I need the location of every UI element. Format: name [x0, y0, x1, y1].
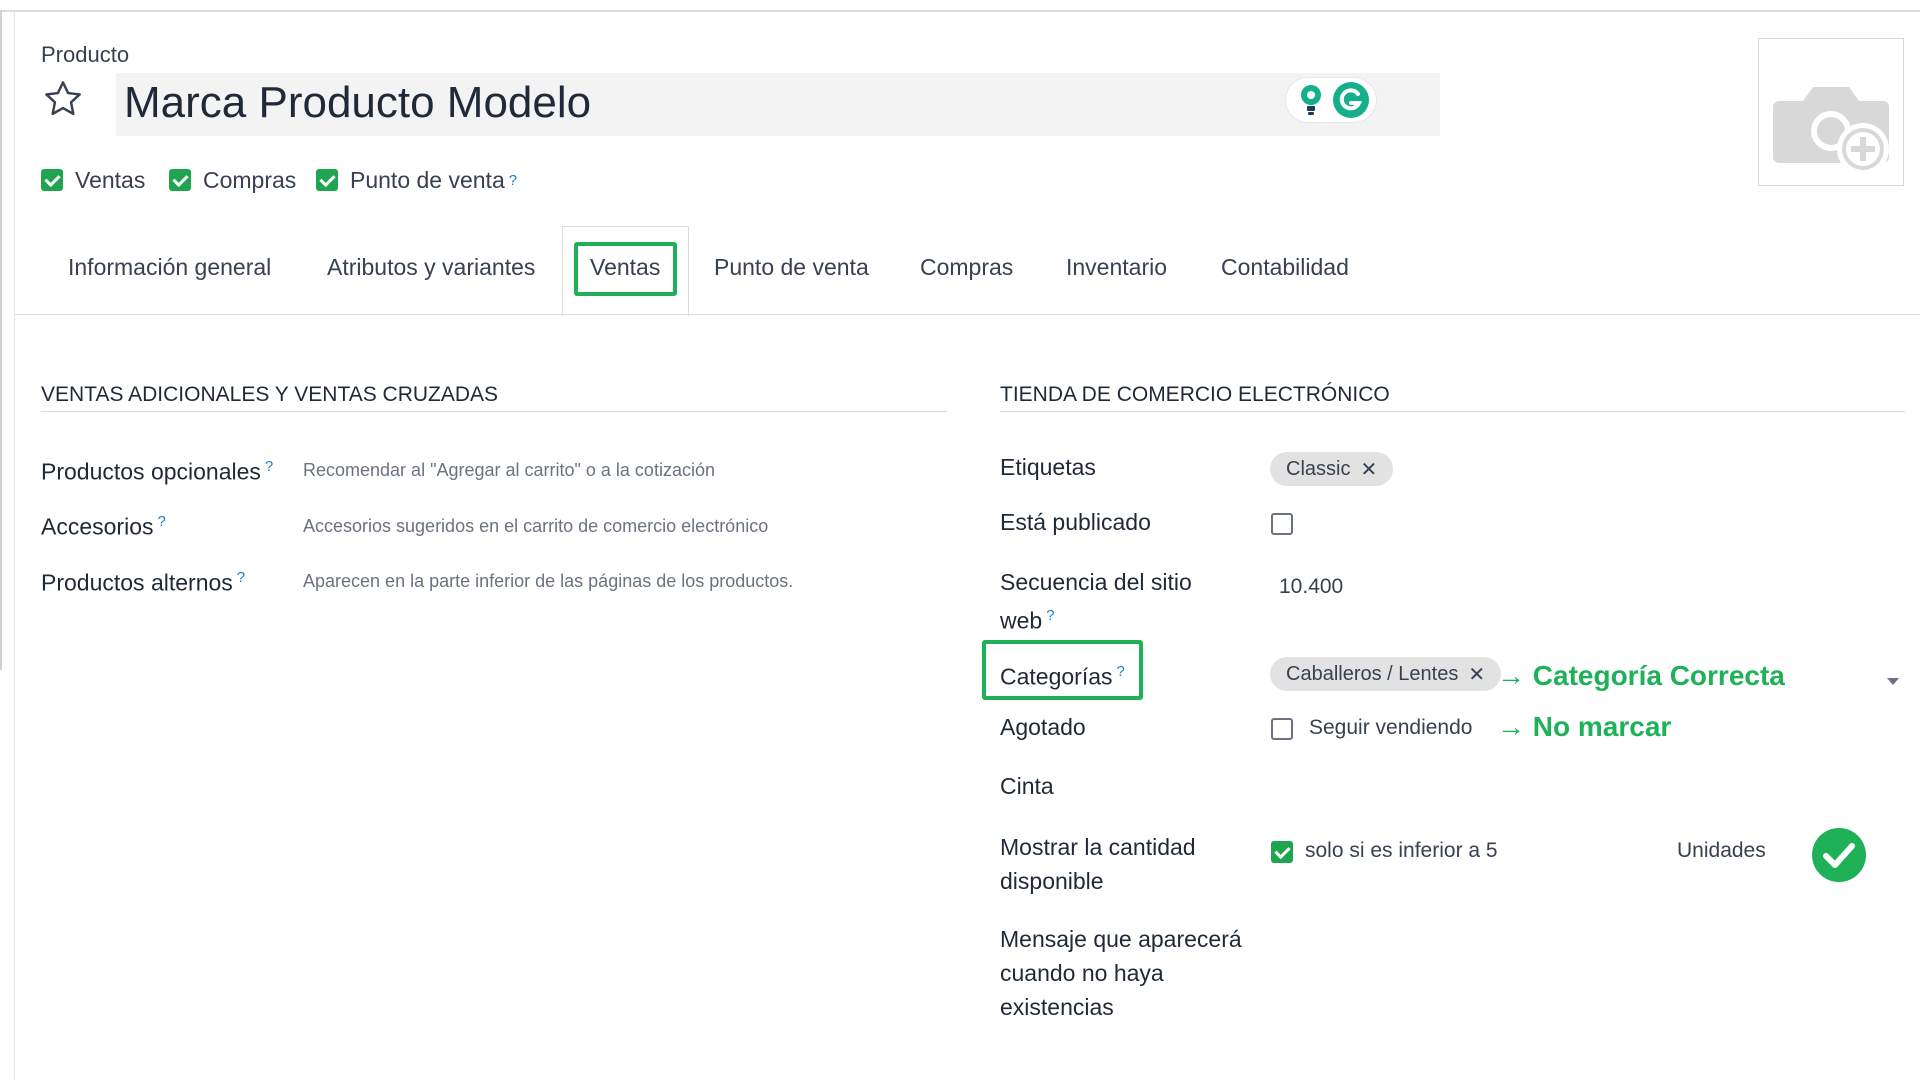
- check-circle-icon: [1812, 828, 1866, 882]
- mostrar-cantidad-label: Mostrar la cantidad disponible: [1000, 834, 1196, 894]
- tab-punto-de-venta[interactable]: Punto de venta: [714, 254, 869, 281]
- help-icon[interactable]: ?: [1046, 607, 1054, 624]
- sheet-left-border: [14, 12, 15, 1080]
- upsell-section-divider: [41, 411, 947, 412]
- option-ventas[interactable]: Ventas: [41, 165, 145, 195]
- lightbulb-icon[interactable]: [1296, 83, 1326, 117]
- tab-atributos-variantes[interactable]: Atributos y variantes: [327, 254, 535, 281]
- cinta-select[interactable]: [1270, 765, 1900, 805]
- seguir-vendiendo-label: Seguir vendiendo: [1309, 716, 1473, 739]
- ecommerce-section-title: TIENDA DE COMERCIO ELECTRÓNICO: [1000, 383, 1390, 406]
- tag-label: Classic: [1286, 457, 1351, 480]
- camera-add-icon: [1773, 87, 1889, 175]
- tab-compras[interactable]: Compras: [920, 254, 1013, 281]
- favorite-star-icon[interactable]: [42, 78, 84, 120]
- product-name[interactable]: Marca Producto Modelo: [124, 78, 591, 128]
- option-punto-de-venta[interactable]: Punto de venta ?: [316, 165, 517, 195]
- categorias-dropdown-icon[interactable]: [1887, 678, 1899, 685]
- ventas-checkbox[interactable]: [41, 169, 63, 191]
- optional-products-label: Productos opcionales?: [41, 458, 274, 485]
- compras-checkbox[interactable]: [169, 169, 191, 191]
- agotado-label: Agotado: [1000, 714, 1086, 740]
- agotado-annotation: → No marcar: [1497, 711, 1672, 742]
- remove-tag-icon[interactable]: ✕: [1360, 457, 1377, 482]
- tab-informacion-general[interactable]: Información general: [68, 254, 271, 281]
- publicado-checkbox[interactable]: [1271, 513, 1293, 535]
- option-label: Punto de venta: [350, 166, 505, 193]
- model-label: Producto: [41, 42, 130, 67]
- alternative-products-label: Productos alternos?: [41, 569, 246, 596]
- option-label: Compras: [203, 166, 297, 193]
- publicado-label: Está publicado: [1000, 509, 1151, 535]
- secuencia-label: Secuencia del sitio web?: [1000, 569, 1192, 634]
- cinta-label: Cinta: [1000, 773, 1054, 799]
- mostrar-cantidad-checkbox[interactable]: [1271, 841, 1293, 863]
- categorias-highlight: [982, 640, 1143, 700]
- tab-contabilidad[interactable]: Contabilidad: [1221, 254, 1349, 281]
- alternative-products-input[interactable]: Aparecen en la parte inferior de las pág…: [303, 571, 793, 592]
- help-icon[interactable]: ?: [157, 513, 165, 530]
- unidades-label: Unidades: [1677, 839, 1766, 862]
- accessories-label: Accesorios?: [41, 513, 166, 540]
- grammarly-icon[interactable]: [1332, 81, 1370, 119]
- help-icon[interactable]: ?: [237, 569, 245, 586]
- tab-inventario[interactable]: Inventario: [1066, 254, 1167, 281]
- seguir-vendiendo-checkbox[interactable]: [1271, 718, 1293, 740]
- tabs-divider: [15, 314, 1920, 315]
- window-top-border: [0, 10, 1920, 12]
- accessories-input[interactable]: Accesorios sugeridos en el carrito de co…: [303, 516, 768, 537]
- remove-tag-icon[interactable]: ✕: [1468, 662, 1485, 687]
- product-image-upload[interactable]: [1758, 38, 1904, 186]
- help-icon[interactable]: ?: [509, 172, 517, 189]
- mensaje-sin-existencias-label: Mensaje que aparecerá cuando no haya exi…: [1000, 926, 1242, 1020]
- option-compras[interactable]: Compras: [169, 165, 296, 195]
- window-left-border: [0, 10, 2, 670]
- optional-products-input[interactable]: Recomendar al "Agregar al carrito" o a l…: [303, 460, 715, 481]
- ecommerce-section-divider: [1000, 411, 1905, 412]
- categoria-annotation: → Categoría Correcta: [1497, 660, 1785, 691]
- tab-ventas-highlight: [574, 242, 677, 296]
- punto-de-venta-checkbox[interactable]: [316, 169, 338, 191]
- option-label: Ventas: [75, 166, 146, 193]
- tag-caballeros-lentes[interactable]: Caballeros / Lentes ✕: [1270, 657, 1502, 691]
- help-icon[interactable]: ?: [265, 458, 273, 475]
- tag-classic[interactable]: Classic ✕: [1270, 452, 1394, 486]
- secuencia-input[interactable]: 10.400: [1279, 575, 1343, 599]
- mensaje-sin-existencias-input[interactable]: [1270, 922, 1900, 1022]
- tag-label: Caballeros / Lentes: [1286, 662, 1459, 685]
- upsell-section-title: VENTAS ADICIONALES Y VENTAS CRUZADAS: [41, 383, 499, 406]
- etiquetas-label: Etiquetas: [1000, 454, 1096, 480]
- mostrar-cantidad-option[interactable]: solo si es inferior a 5: [1305, 839, 1498, 863]
